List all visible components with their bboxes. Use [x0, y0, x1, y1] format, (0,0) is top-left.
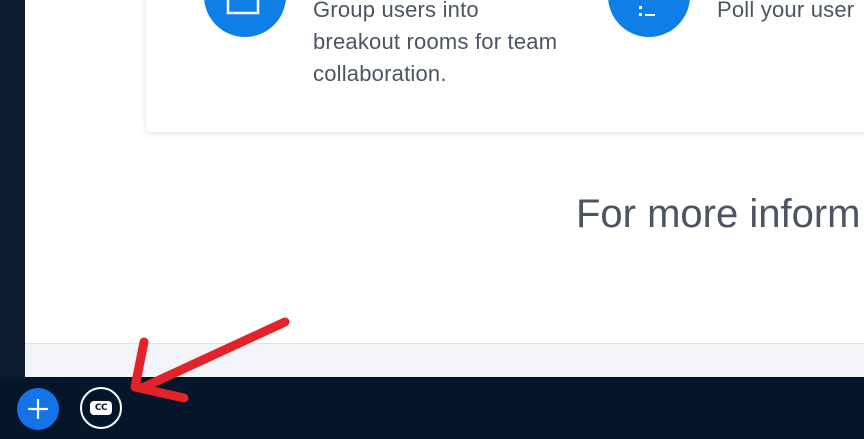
poll-description: Poll your user [717, 0, 864, 26]
feature-text-line: breakout rooms for team [313, 29, 558, 54]
feature-text-line: collaboration. [313, 61, 447, 86]
poll-icon [608, 0, 690, 37]
feature-text-line: Poll your user [717, 0, 855, 22]
left-rail [0, 0, 25, 378]
breakout-rooms-icon [204, 0, 286, 37]
closed-captions-button[interactable]: CC [80, 387, 122, 429]
breakout-rooms-description: Group users into breakout rooms for team… [313, 0, 603, 90]
content-footer-strip [25, 343, 864, 378]
closed-captions-icon: CC [90, 401, 112, 415]
add-button[interactable] [17, 388, 59, 430]
feature-text-line: Group users into [313, 0, 479, 22]
more-info-heading: For more inform [576, 192, 861, 236]
plus-icon [27, 398, 49, 420]
bottom-toolbar [0, 377, 864, 439]
